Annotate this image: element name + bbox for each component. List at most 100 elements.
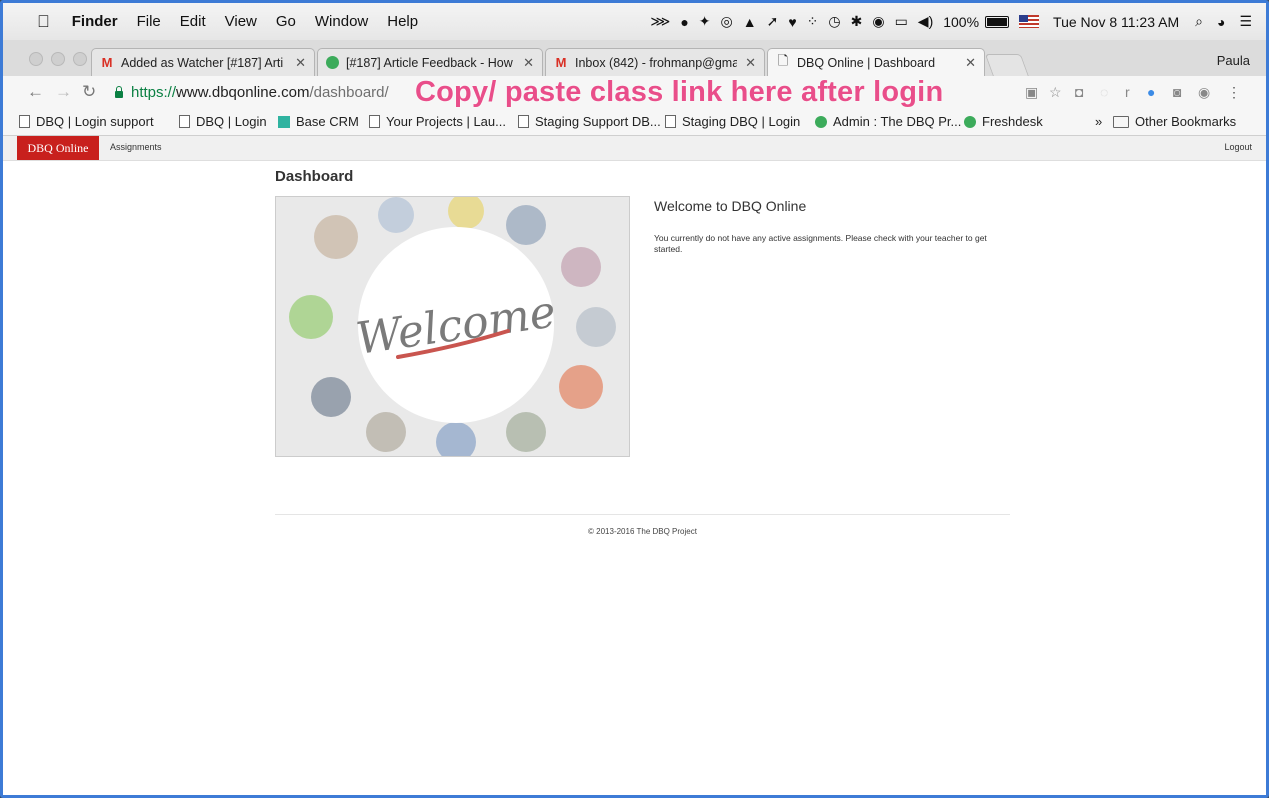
- url-host: www.dbqonline.com: [176, 84, 310, 101]
- welcome-illustration: Welcome: [276, 197, 629, 456]
- extension-square-icon[interactable]: ◙: [1173, 84, 1181, 100]
- nav-assignments-link[interactable]: Assignments: [110, 142, 162, 152]
- mac-menu-bar:  Finder File Edit View Go Window Help ⋙…: [3, 3, 1266, 40]
- annotation-overlay: Copy/ paste class link here after login: [415, 76, 944, 108]
- tab-freshdesk-feedback[interactable]: [#187] Article Feedback - How ✕: [317, 48, 543, 76]
- extension-r-icon[interactable]: r: [1125, 84, 1130, 100]
- siri-icon[interactable]: ◕: [1217, 14, 1225, 30]
- extension-cloud-icon[interactable]: ●: [1147, 84, 1155, 100]
- dropbox-icon[interactable]: ✦: [699, 13, 711, 30]
- page-icon: [179, 115, 190, 128]
- tab-gmail-inbox[interactable]: M Inbox (842) - frohmanp@gmai ✕: [545, 48, 765, 76]
- bookmark-your-projects[interactable]: Your Projects | Lau...: [369, 114, 506, 129]
- bookmark-dbq-login[interactable]: DBQ | Login: [179, 114, 267, 129]
- menu-help[interactable]: Help: [387, 13, 418, 30]
- back-arrow-icon[interactable]: ←: [27, 82, 44, 102]
- clock[interactable]: Tue Nov 8 11:23 AM: [1053, 14, 1179, 30]
- screen:  Finder File Edit View Go Window Help ⋙…: [0, 0, 1269, 798]
- creative-cloud-icon[interactable]: ◎: [721, 13, 733, 30]
- address-bar[interactable]: https:// www.dbqonline.com /dashboard/: [107, 80, 407, 105]
- url-scheme: https://: [131, 84, 177, 101]
- bookmark-admin-dbq[interactable]: Admin : The DBQ Pr...: [815, 114, 961, 129]
- url-path: /dashboard/: [309, 84, 389, 101]
- bookmark-freshdesk[interactable]: Freshdesk: [964, 114, 1043, 129]
- tab-title: [#187] Article Feedback - How: [346, 55, 513, 70]
- reload-icon[interactable]: ↻: [82, 82, 96, 102]
- volume-icon[interactable]: ◀): [918, 13, 933, 30]
- logout-link[interactable]: Logout: [1224, 142, 1252, 152]
- airplay-icon[interactable]: ▭: [895, 13, 908, 30]
- heart-icon[interactable]: ♥: [788, 14, 796, 30]
- site-brand-logo[interactable]: DBQ Online: [17, 136, 99, 160]
- bookmark-label: DBQ | Login: [196, 114, 267, 129]
- us-flag-icon[interactable]: [1019, 15, 1040, 28]
- bookmark-label: Other Bookmarks: [1135, 114, 1237, 129]
- notification-center-icon[interactable]: ☰: [1239, 13, 1252, 30]
- wifi-icon[interactable]: ◉: [872, 13, 884, 30]
- location-icon[interactable]: ➚: [767, 13, 779, 30]
- site-navbar: DBQ Online Assignments Logout: [3, 136, 1266, 161]
- close-tab-icon[interactable]: ✕: [745, 55, 756, 71]
- bookmarks-bar: DBQ | Login support DBQ | Login Base CRM…: [3, 109, 1266, 136]
- bookmark-label: DBQ | Login support: [36, 114, 154, 129]
- page-icon: [19, 115, 30, 128]
- zoom-window-button[interactable]: [73, 52, 87, 66]
- apple-icon[interactable]: : [37, 12, 50, 32]
- gmail-icon: M: [555, 55, 567, 70]
- freshdesk-icon: [326, 56, 339, 69]
- extension-circle-icon[interactable]: ◉: [1198, 84, 1210, 101]
- welcome-message: You currently do not have any active ass…: [654, 233, 987, 254]
- page-title: Dashboard: [275, 168, 354, 185]
- extension-box-icon[interactable]: ◘: [1075, 84, 1083, 100]
- bookmark-dbq-login-support[interactable]: DBQ | Login support: [19, 114, 154, 129]
- gmail-icon: M: [101, 55, 113, 70]
- bookmark-staging-dbq-login[interactable]: Staging DBQ | Login: [665, 114, 800, 129]
- tab-title: Added as Watcher [#187] Arti: [121, 55, 284, 70]
- wifi-sync-icon[interactable]: ⋙: [650, 13, 670, 30]
- bookmark-base-crm[interactable]: Base CRM: [278, 114, 359, 129]
- bookmark-label: Freshdesk: [982, 114, 1043, 129]
- chrome-menu-icon[interactable]: ⋮: [1227, 84, 1241, 101]
- time-machine-icon[interactable]: ◷: [828, 13, 840, 30]
- bookmark-label: Admin : The DBQ Pr...: [833, 114, 962, 129]
- tab-title: Inbox (842) - frohmanp@gmai: [575, 55, 738, 70]
- close-window-button[interactable]: [29, 52, 43, 66]
- new-tab-button[interactable]: [984, 54, 1030, 77]
- bookmark-label: Staging DBQ | Login: [682, 114, 801, 129]
- battery-percent[interactable]: 100%: [943, 14, 979, 30]
- spotlight-icon[interactable]: ⌕: [1195, 13, 1203, 30]
- tab-title: DBQ Online | Dashboard: [797, 56, 936, 70]
- menu-go[interactable]: Go: [276, 13, 296, 30]
- menu-file[interactable]: File: [137, 13, 161, 30]
- minimize-window-button[interactable]: [51, 52, 65, 66]
- lock-icon: [115, 86, 123, 98]
- close-tab-icon[interactable]: ✕: [965, 55, 976, 71]
- profile-name[interactable]: Paula: [1217, 53, 1250, 68]
- menu-view[interactable]: View: [225, 13, 257, 30]
- chat-icon[interactable]: ●: [680, 14, 688, 30]
- grid-icon[interactable]: ⁘: [807, 13, 819, 30]
- footer-copyright: © 2013-2016 The DBQ Project: [588, 527, 697, 536]
- bookmark-staging-support[interactable]: Staging Support DB...: [518, 114, 661, 129]
- close-tab-icon[interactable]: ✕: [523, 55, 534, 71]
- other-bookmarks-folder[interactable]: Other Bookmarks: [1113, 114, 1236, 129]
- base-crm-icon: [278, 115, 290, 128]
- window-controls: [29, 52, 95, 66]
- bookmarks-overflow-button[interactable]: »: [1095, 114, 1102, 129]
- tab-gmail-watcher[interactable]: M Added as Watcher [#187] Arti ✕: [91, 48, 315, 76]
- freshdesk-icon: [815, 115, 827, 128]
- battery-icon[interactable]: [985, 15, 1010, 28]
- drive-icon[interactable]: ▲: [743, 14, 757, 30]
- close-tab-icon[interactable]: ✕: [295, 55, 306, 71]
- page-icon: [518, 115, 529, 128]
- extension-ghost-icon[interactable]: ◌: [1100, 84, 1108, 100]
- forward-arrow-icon[interactable]: →: [55, 82, 72, 102]
- tab-dbq-dashboard[interactable]: 🗋 DBQ Online | Dashboard ✕: [767, 48, 985, 77]
- bluetooth-icon[interactable]: ✱: [851, 13, 863, 30]
- bookmark-star-icon[interactable]: ☆: [1049, 84, 1062, 101]
- extension-g-icon[interactable]: ▣: [1025, 84, 1038, 101]
- menu-app-name[interactable]: Finder: [72, 13, 118, 30]
- menu-window[interactable]: Window: [315, 13, 368, 30]
- menu-edit[interactable]: Edit: [180, 13, 206, 30]
- web-page: DBQ Online Assignments Logout Dashboard: [3, 136, 1266, 795]
